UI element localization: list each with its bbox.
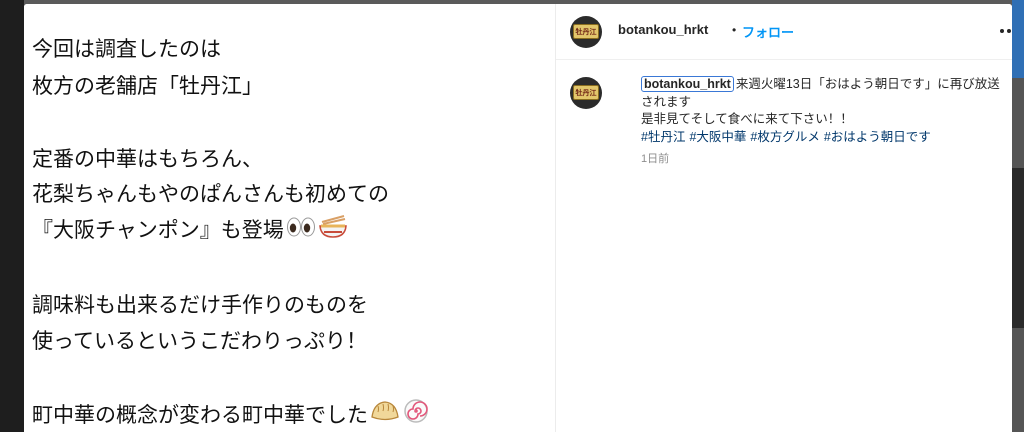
hashtag-list: #牡丹江 #大阪中華 #枚方グルメ #おはよう朝日です [641, 130, 935, 144]
comment-timestamp[interactable]: 1日前 [641, 150, 669, 166]
post-image[interactable]: 今回は調査したのは 枚方の老舗店「牡丹江」 定番の中華はもちろん、 花梨ちゃんも… [24, 4, 554, 432]
background-left [0, 0, 24, 432]
caption-line: 枚方の老舗店「牡丹江」 [32, 74, 263, 98]
gyoza-emoji [370, 399, 400, 432]
hashtag-link[interactable]: #おはよう朝日です [824, 130, 931, 144]
comment-text: 来週火曜13日「おはよう朝日です」に再び放送 [735, 77, 1000, 91]
caption-line: 花梨ちゃんもやのぱんさんも初めての [32, 182, 389, 206]
caption-line: 今回は調査したのは [32, 37, 221, 61]
avatar[interactable]: 牡丹江 [570, 16, 602, 48]
caption-line: 使っているというこだわりっぷり！ [32, 329, 367, 353]
hashtag-link[interactable]: #牡丹江 [641, 130, 685, 144]
more-options-icon[interactable] [1000, 29, 1012, 35]
hashtag-link[interactable]: #枚方グルメ [750, 130, 819, 144]
post-modal: 今回は調査したのは 枚方の老舗店「牡丹江」 定番の中華はもちろん、 花梨ちゃんも… [24, 4, 1012, 432]
header-username[interactable]: botankou_hrkt [618, 22, 708, 37]
comment-avatar[interactable]: 牡丹江 [570, 77, 602, 109]
eyes-emoji [286, 214, 316, 248]
narutomaki-emoji [402, 397, 430, 432]
caption-line: 定番の中華はもちろん、 [32, 147, 263, 171]
avatar-logo: 牡丹江 [573, 85, 599, 100]
caption-line-with-emoji: 町中華の概念が変わる町中華でした [32, 397, 430, 431]
comments-panel: 牡丹江 botankou_hrkt • フォロー 牡丹江 botankou_hr… [555, 4, 1012, 432]
background-right [1012, 0, 1024, 432]
caption-text: 町中華の概念が変わる町中華でした [32, 403, 368, 427]
background-window-strip [1012, 0, 1024, 78]
post-header: 牡丹江 botankou_hrkt • フォロー [556, 4, 1012, 60]
follow-button[interactable]: フォロー [742, 22, 794, 41]
caption-line: 調味料も出来るだけ手作りのものを [32, 293, 368, 317]
hashtag-link[interactable]: #大阪中華 [689, 130, 746, 144]
avatar-logo: 牡丹江 [573, 24, 599, 39]
separator: • [732, 23, 737, 37]
caption-line-with-emoji: 『大阪チャンポン』も登場 [32, 213, 348, 247]
comment-username[interactable]: botankou_hrkt [641, 76, 734, 92]
background-window-strip [1012, 168, 1024, 328]
noodle-bowl-emoji [318, 213, 348, 249]
comment-body: botankou_hrkt 来週火曜13日「おはよう朝日です」に再び放送 されます… [641, 76, 1001, 146]
comment-text: されます [641, 94, 692, 109]
comment-text: 是非見てそして食べに来て下さい！！ [641, 112, 853, 126]
caption-text: 『大阪チャンポン』も登場 [32, 218, 284, 242]
